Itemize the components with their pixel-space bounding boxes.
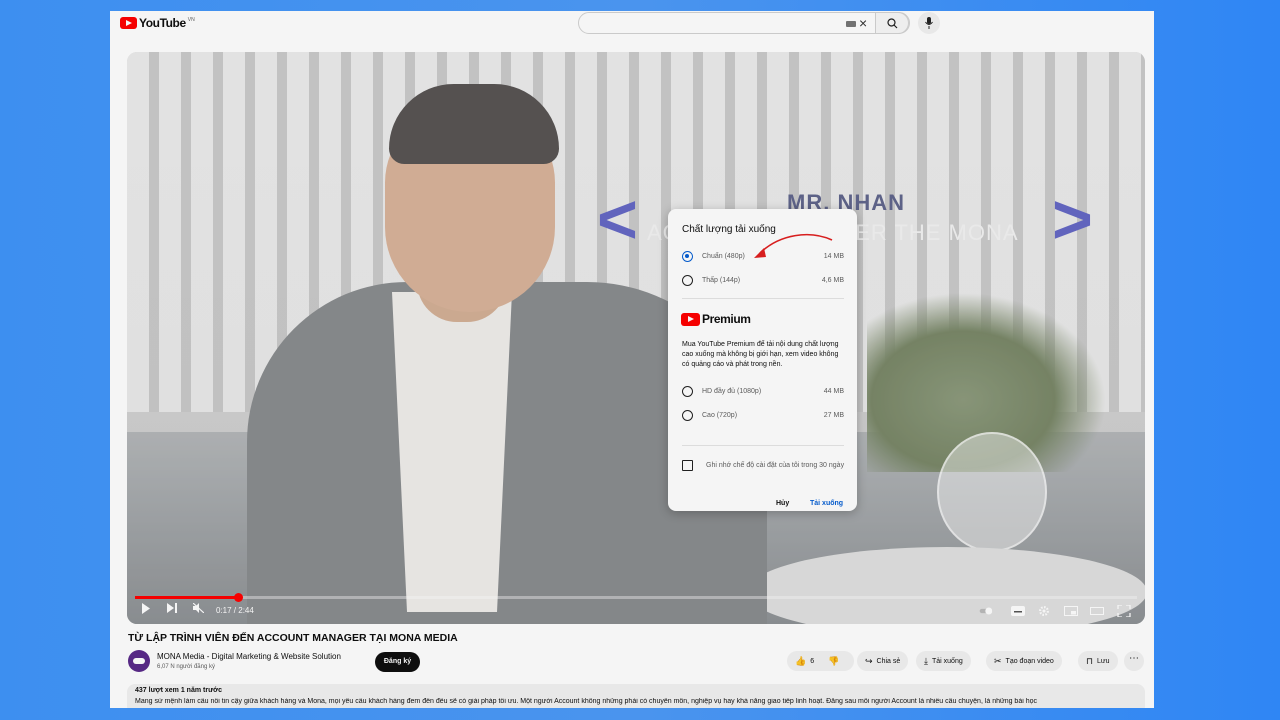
view-count: 437 lượt xem 1 năm trước: [135, 687, 223, 694]
channel-name[interactable]: MONA Media - Digital Marketing & Website…: [157, 652, 341, 661]
clip-button[interactable]: ✂ Tạo đoạn video: [986, 651, 1062, 671]
youtube-window: YouTube VN × < > MR. NHAN THE MONA 0:17 …: [110, 11, 1154, 708]
save-label: Lưu: [1097, 657, 1110, 665]
video-title: TỪ LẬP TRÌNH VIÊN ĐẾN ACCOUNT MANAGER TẠ…: [128, 632, 458, 644]
option-size: 27 MB: [823, 411, 844, 419]
search-input[interactable]: ×: [578, 12, 910, 34]
next-icon[interactable]: [167, 603, 177, 613]
description-box[interactable]: 437 lượt xem 1 năm trước Mang sứ mệnh là…: [127, 684, 1145, 708]
voice-search-button[interactable]: [918, 12, 940, 34]
quality-option-1080p[interactable]: HD đầy đủ (1080p) 44 MB: [682, 384, 844, 398]
thumbs-up-icon[interactable]: 👍: [795, 656, 806, 667]
bookmark-icon: ⊓: [1086, 655, 1094, 666]
like-count[interactable]: 6: [810, 658, 814, 665]
download-page-button[interactable]: ⤓ Tải xuống: [916, 651, 971, 671]
country-code: VN: [187, 16, 195, 23]
divider: [682, 298, 844, 299]
mute-icon[interactable]: [193, 603, 204, 613]
download-label: Tải xuống: [931, 657, 963, 665]
download-icon: ⤓: [924, 655, 928, 666]
more-options-button[interactable]: ⋯: [1124, 651, 1144, 671]
time-display: 0:17 / 2:44: [216, 606, 254, 615]
keyboard-icon[interactable]: [846, 21, 856, 27]
autoplay-toggle-icon[interactable]: [979, 605, 993, 617]
premium-play-icon: [681, 312, 700, 326]
settings-gear-icon[interactable]: [1037, 605, 1051, 617]
top-bar: YouTube VN ×: [110, 11, 1154, 35]
remember-checkbox[interactable]: [682, 460, 693, 471]
radio-unselected[interactable]: [682, 385, 693, 397]
quality-option-720p[interactable]: Cao (720p) 27 MB: [682, 408, 844, 422]
share-icon: ↪: [865, 655, 873, 666]
close-icon[interactable]: ×: [859, 15, 867, 31]
clip-label: Tạo đoạn video: [1005, 657, 1054, 665]
youtube-play-icon: [120, 17, 137, 29]
logo-text: YouTube: [139, 16, 186, 30]
option-size: 44 MB: [823, 387, 844, 395]
remember-label: Ghi nhớ chế độ cài đặt của tôi trong 30 …: [706, 462, 845, 469]
annotation-arrow: [754, 233, 833, 258]
video-dim-layer: [127, 52, 1145, 624]
premium-promo-text: Mua YouTube Premium để tải nội dung chất…: [682, 341, 839, 368]
play-icon[interactable]: [141, 603, 151, 614]
miniplayer-icon[interactable]: [1064, 605, 1078, 617]
search-button[interactable]: [875, 12, 909, 34]
divider: [682, 445, 844, 446]
share-button[interactable]: ↪ Chia sẻ: [857, 651, 909, 671]
radio-unselected[interactable]: [682, 274, 693, 286]
progress-fill: [135, 596, 239, 599]
thumbs-down-icon[interactable]: 👎: [828, 656, 839, 667]
microphone-icon: [925, 17, 933, 29]
scissors-icon: ✂: [994, 655, 1002, 666]
channel-avatar[interactable]: [128, 650, 150, 672]
radio-unselected[interactable]: [682, 409, 693, 421]
subscribe-button[interactable]: Đăng ký: [375, 652, 420, 672]
like-dislike-group: 👍 6 👎: [787, 651, 854, 671]
youtube-premium-logo: Premium: [681, 312, 751, 326]
subtitles-icon[interactable]: [1011, 605, 1025, 617]
player-controls: 0:17 / 2:44: [127, 601, 1145, 623]
subscriber-count: 6,07 N người đăng ký: [157, 664, 215, 670]
share-label: Chia sẻ: [876, 657, 901, 665]
cancel-button[interactable]: Hủy: [776, 500, 789, 507]
fullscreen-icon[interactable]: [1117, 605, 1131, 617]
search-icon: [887, 18, 898, 29]
option-label: HD đầy đủ (1080p): [702, 387, 762, 395]
option-label: Cao (720p): [702, 411, 738, 419]
premium-text: Premium: [702, 312, 751, 326]
option-size: 4,6 MB: [821, 276, 844, 284]
description-text: Mang sứ mệnh làm cầu nối tin cậy giữa kh…: [135, 698, 1037, 705]
progress-bar[interactable]: [135, 593, 1137, 602]
youtube-logo[interactable]: YouTube VN: [120, 16, 195, 30]
quality-option-144p[interactable]: Thấp (144p) 4,6 MB: [682, 273, 844, 287]
video-player[interactable]: < > MR. NHAN ACCOUNT MANAGER THE MONA 0:…: [127, 52, 1145, 624]
theater-mode-icon[interactable]: [1090, 605, 1104, 617]
download-button[interactable]: Tải xuống: [810, 500, 843, 507]
radio-selected[interactable]: [682, 250, 693, 262]
option-label: Thấp (144p): [702, 276, 741, 284]
save-button[interactable]: ⊓ Lưu: [1078, 651, 1118, 671]
